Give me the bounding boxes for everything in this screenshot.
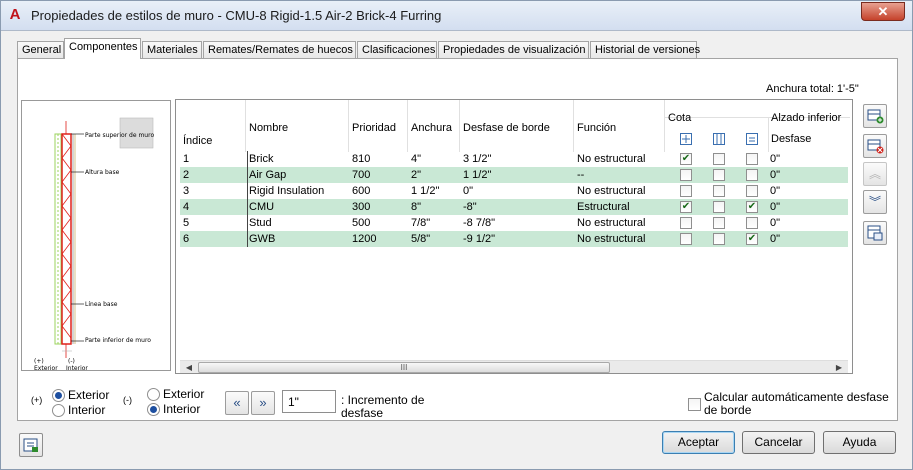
cota-edge-checkbox[interactable] [746, 153, 758, 165]
horizontal-scrollbar[interactable]: ◀ III ▶ [180, 360, 848, 373]
components-table: Índice Nombre Prioridad Anchura Desfase … [175, 99, 853, 374]
header-dimension[interactable]: Cota [668, 112, 691, 124]
cota-faces-checkbox[interactable] [713, 153, 725, 165]
double-chevron-left-icon: « [233, 395, 241, 410]
table-row[interactable]: 1 Brick 810 4" 3 1/2" No estructural ✔ 0… [180, 151, 848, 167]
plus-interior-label: Interior [68, 403, 106, 417]
header-bottom-elevation[interactable]: Alzado inferior [771, 112, 841, 124]
chevron-down-icon: ︾ [868, 195, 881, 209]
preview-label-plus: (+) [34, 358, 44, 365]
table-row[interactable]: 4 CMU 300 8" -8" Estructural ✔ ✔ 0" [180, 199, 848, 215]
tab-componentes[interactable]: Componentes [64, 38, 141, 59]
tab-propiedades-visualizacion[interactable]: Propiedades de visualización [438, 41, 589, 59]
dialog-window: A Propiedades de estilos de muro - CMU-8… [0, 0, 913, 470]
header-width[interactable]: Anchura [411, 122, 452, 134]
minus-interior-radio[interactable] [147, 403, 160, 416]
decrease-offset-button[interactable]: « [225, 391, 249, 415]
close-button[interactable]: ✕ [861, 2, 905, 21]
auto-offset-label: Calcular automáticamente desfase [704, 390, 889, 404]
add-row-icon [867, 109, 884, 124]
cota-faces-checkbox[interactable] [713, 185, 725, 197]
increase-offset-button[interactable]: » [251, 391, 275, 415]
table-row[interactable]: 6 GWB 1200 5/8" -9 1/2" No estructural ✔… [180, 231, 848, 247]
preview-label-base-height: Altura base [85, 169, 120, 176]
cota-edge-checkbox[interactable]: ✔ [746, 201, 758, 213]
cota-faces-checkbox[interactable] [713, 217, 725, 229]
cota-center-checkbox[interactable] [680, 185, 692, 197]
header-name[interactable]: Nombre [249, 122, 288, 134]
preview-label-top: Parte superior de muro [85, 132, 155, 139]
increment-label-line2: desfase [341, 406, 384, 420]
cota-edge-checkbox[interactable] [746, 169, 758, 181]
cota-edge-checkbox[interactable] [746, 185, 758, 197]
cota-edge-checkbox[interactable] [746, 217, 758, 229]
preview-label-baseline: Línea base [85, 301, 118, 308]
ok-button[interactable]: Aceptar [662, 431, 735, 454]
minus-exterior-radio[interactable] [147, 388, 160, 401]
table-settings-icon [867, 225, 883, 241]
preview-label-interior: Interior [66, 365, 88, 372]
preview-label-minus: (-) [68, 358, 75, 365]
scroll-right-arrow-icon[interactable]: ▶ [832, 362, 846, 373]
window-title: Propiedades de estilos de muro - CMU-8 R… [31, 8, 442, 23]
move-down-button[interactable]: ︾ [863, 190, 887, 214]
header-index[interactable]: Índice [183, 135, 212, 147]
cota-center-checkbox[interactable]: ✔ [680, 153, 692, 165]
minus-side-label: (-) [123, 395, 132, 405]
wall-preview: Parte superior de muro Altura base Línea… [21, 100, 171, 372]
move-up-button[interactable]: ︽ [863, 162, 887, 186]
table-row[interactable]: 2 Air Gap 700 2" 1 1/2" -- 0" [180, 167, 848, 183]
cota-faces-checkbox[interactable] [713, 233, 725, 245]
plus-exterior-radio[interactable] [52, 389, 65, 402]
style-manager-icon [23, 438, 38, 452]
title-bar: A Propiedades de estilos de muro - CMU-8… [1, 1, 912, 31]
minus-exterior-label: Exterior [163, 387, 205, 401]
increment-label: : Incremento de [341, 393, 425, 407]
tab-historial-versiones[interactable]: Historial de versiones [590, 41, 700, 59]
dimension-edge-icon [746, 133, 758, 145]
header-function[interactable]: Función [577, 122, 616, 134]
wall-section-drawing [54, 117, 154, 358]
remove-component-button[interactable] [863, 134, 887, 158]
plus-side-label: (+) [31, 395, 43, 405]
double-chevron-right-icon: » [259, 395, 267, 410]
cota-faces-checkbox[interactable] [713, 169, 725, 181]
add-component-button[interactable] [863, 104, 887, 128]
header-edge-offset[interactable]: Desfase de borde [463, 122, 550, 134]
tab-clasificaciones[interactable]: Clasificaciones [357, 41, 437, 59]
cota-center-checkbox[interactable] [680, 233, 692, 245]
auto-offset-checkbox[interactable] [688, 398, 701, 411]
plus-interior-radio[interactable] [52, 404, 65, 417]
cota-center-checkbox[interactable]: ✔ [680, 201, 692, 213]
offset-increment-input[interactable] [282, 390, 336, 413]
cota-faces-checkbox[interactable] [713, 201, 725, 213]
style-manager-button[interactable] [19, 433, 43, 457]
auto-offset-label-line2: de borde [704, 403, 752, 417]
header-offset[interactable]: Desfase [771, 133, 811, 145]
table-row[interactable]: 5 Stud 500 7/8" -8 7/8" No estructural 0… [180, 215, 848, 231]
scroll-left-arrow-icon[interactable]: ◀ [182, 362, 196, 373]
header-priority[interactable]: Prioridad [352, 122, 396, 134]
chevron-up-icon: ︽ [868, 167, 881, 181]
preview-label-bottom: Parte inferior de muro [85, 337, 151, 344]
table-row[interactable]: 3 Rigid Insulation 600 1 1/2" 0" No estr… [180, 183, 848, 199]
dimension-center-icon [680, 133, 692, 145]
plus-exterior-label: Exterior [68, 388, 110, 402]
preview-label-exterior: Exterior [34, 365, 58, 372]
tab-materiales[interactable]: Materiales [142, 41, 202, 59]
minus-interior-label: Interior [163, 402, 201, 416]
cota-edge-checkbox[interactable]: ✔ [746, 233, 758, 245]
help-button[interactable]: Ayuda [823, 431, 896, 454]
tab-remates[interactable]: Remates/Remates de huecos [203, 41, 356, 59]
cota-center-checkbox[interactable] [680, 217, 692, 229]
cancel-button[interactable]: Cancelar [742, 431, 815, 454]
scrollbar-thumb[interactable]: III [198, 362, 610, 373]
component-settings-button[interactable] [863, 221, 887, 245]
delete-row-icon [867, 139, 884, 154]
cota-center-checkbox[interactable] [680, 169, 692, 181]
dimension-faces-icon [713, 133, 725, 145]
tab-general[interactable]: General [17, 41, 64, 59]
autocad-app-icon: A [9, 6, 21, 23]
total-width-label: Anchura total: 1'-5" [766, 83, 859, 95]
